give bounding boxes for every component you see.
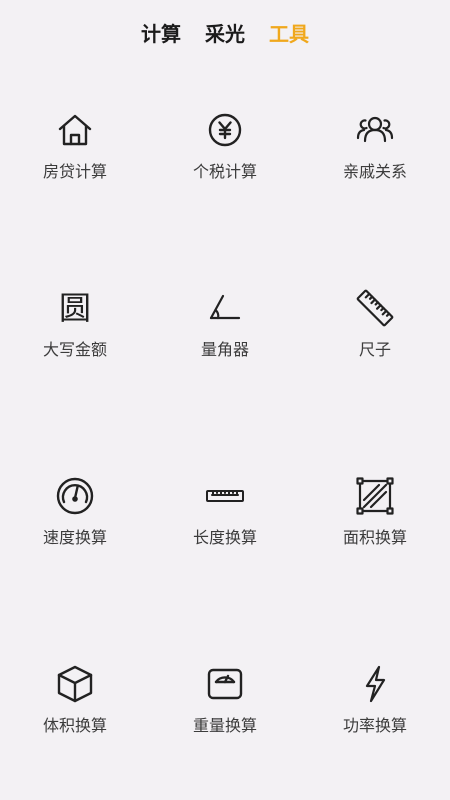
speedometer-icon [53,474,97,518]
tool-mortgage-calculator[interactable]: 房贷计算 [0,108,150,208]
ruler-icon [353,286,397,330]
tool-grid: 房贷计算 个税计算 亲戚关系 圆 大写金额 量角器 尺子 速度换算 长度换算 面… [0,0,450,800]
tool-label: 速度换算 [42,528,107,547]
tool-label: 个税计算 [192,162,257,181]
tool-power-conversion[interactable]: 功率换算 [300,662,450,762]
svg-text:圆: 圆 [59,289,91,327]
house-icon [53,108,97,152]
tool-length-conversion[interactable]: 长度换算 [150,474,300,574]
tool-relatives-relationship[interactable]: 亲戚关系 [300,108,450,208]
tool-capital-amount[interactable]: 圆 大写金额 [0,286,150,386]
tool-label: 大写金额 [42,340,107,359]
lightning-bolt-icon [353,662,397,706]
tool-label: 重量换算 [192,716,257,735]
weighing-scale-icon [203,662,247,706]
tool-label: 量角器 [200,340,249,359]
tool-label: 房贷计算 [42,162,107,181]
tape-measure-icon [203,474,247,518]
yuan-character-icon: 圆 [53,286,97,330]
area-square-icon [353,474,397,518]
tool-income-tax-calculator[interactable]: 个税计算 [150,108,300,208]
tool-area-conversion[interactable]: 面积换算 [300,474,450,574]
tool-label: 功率换算 [342,716,407,735]
tool-volume-conversion[interactable]: 体积换算 [0,662,150,762]
tool-ruler[interactable]: 尺子 [300,286,450,386]
tool-weight-conversion[interactable]: 重量换算 [150,662,300,762]
people-group-icon [353,108,397,152]
cube-icon [53,662,97,706]
tool-label: 亲戚关系 [342,162,407,181]
tool-label: 长度换算 [192,528,257,547]
tool-speed-conversion[interactable]: 速度换算 [0,474,150,574]
yen-coin-icon [203,108,247,152]
protractor-angle-icon [203,286,247,330]
tool-label: 尺子 [358,340,391,359]
tool-label: 面积换算 [342,528,407,547]
tool-protractor[interactable]: 量角器 [150,286,300,386]
tool-label: 体积换算 [42,716,107,735]
